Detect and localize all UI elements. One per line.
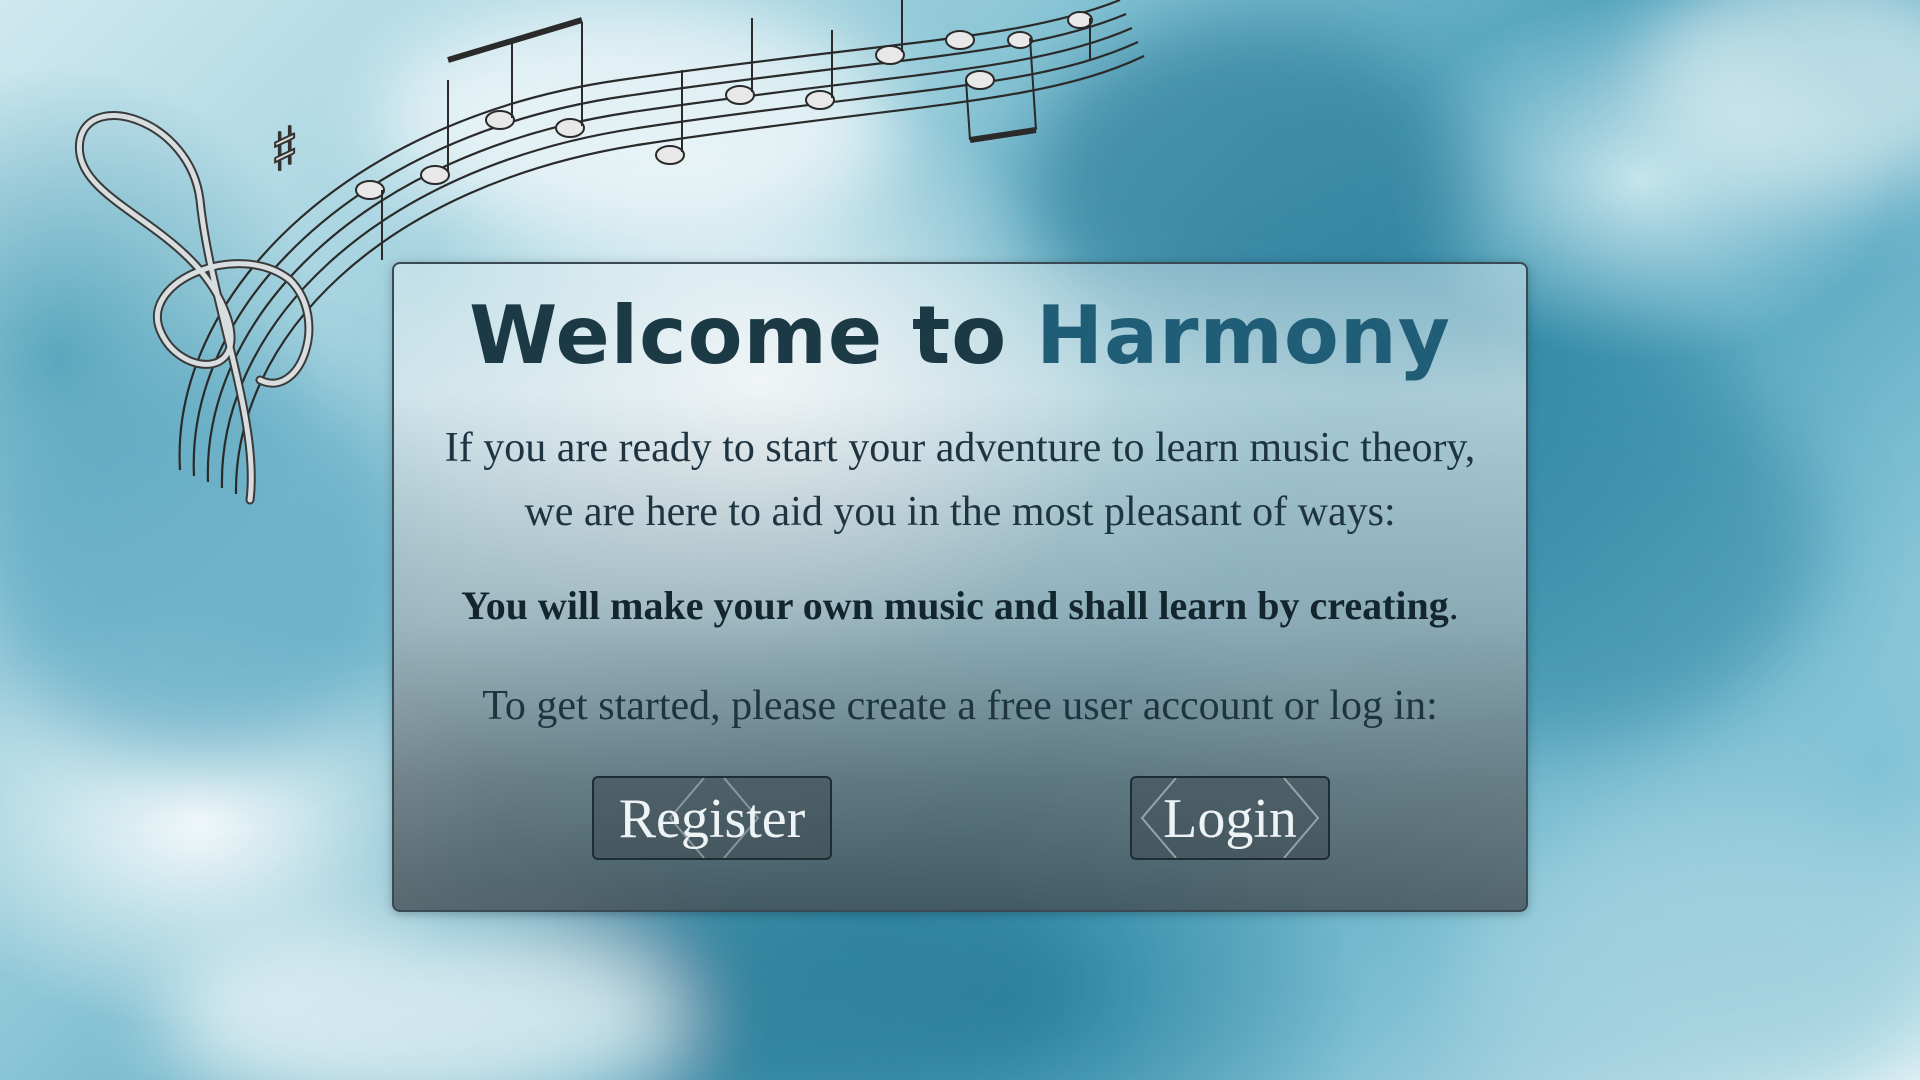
intro-text: If you are ready to start your adventure…: [414, 416, 1506, 544]
register-button[interactable]: Register: [592, 776, 832, 860]
get-started-text: To get started, please create a free use…: [482, 683, 1438, 729]
intro-line-1: If you are ready to start your adventure…: [444, 425, 1476, 471]
title-welcome: Welcome to: [469, 289, 1008, 382]
title-app-name: Harmony: [1036, 289, 1451, 382]
bold-statement-period: .: [1448, 583, 1459, 628]
page-title: Welcome to Harmony: [394, 286, 1526, 386]
welcome-card: Welcome to Harmony If you are ready to s…: [392, 262, 1528, 912]
login-button-label: Login: [1163, 788, 1297, 850]
intro-line-2: we are here to aid you in the most pleas…: [524, 489, 1396, 535]
bold-statement: You will make your own music and shall l…: [414, 578, 1506, 634]
login-button[interactable]: Login: [1130, 776, 1330, 860]
register-button-label: Register: [618, 788, 806, 850]
svg-text:♯: ♯: [270, 115, 299, 185]
bold-statement-text: You will make your own music and shall l…: [461, 583, 1449, 628]
